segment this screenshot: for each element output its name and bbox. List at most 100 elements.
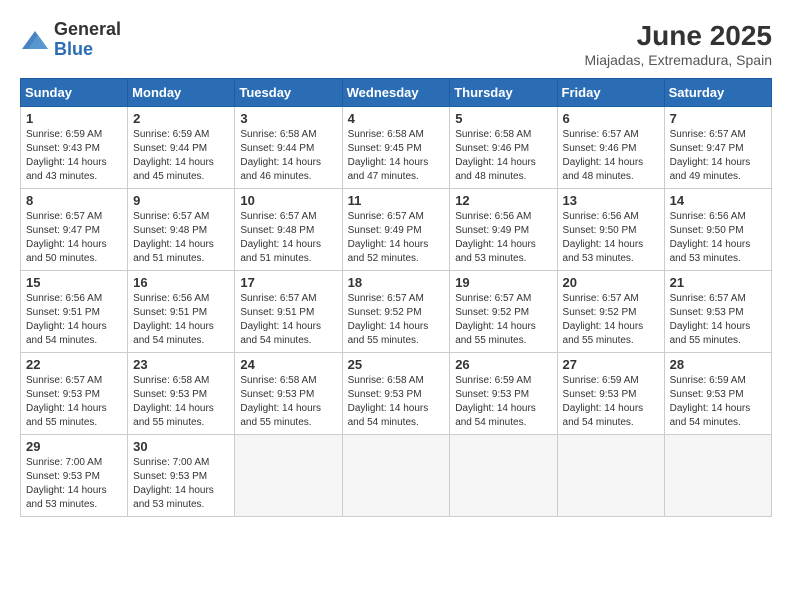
day-number: 3 [240,111,336,126]
day-info: Sunrise: 6:57 AMSunset: 9:51 PMDaylight:… [240,292,336,348]
day-info: Sunrise: 6:58 AMSunset: 9:53 PMDaylight:… [133,374,229,430]
day-info: Sunrise: 6:57 AMSunset: 9:52 PMDaylight:… [348,292,445,348]
day-info: Sunrise: 6:56 AMSunset: 9:50 PMDaylight:… [563,210,659,266]
calendar-day-cell: 21 Sunrise: 6:57 AMSunset: 9:53 PMDayligh… [664,271,771,353]
day-info: Sunrise: 6:57 AMSunset: 9:52 PMDaylight:… [455,292,551,348]
calendar-day-cell: 17 Sunrise: 6:57 AMSunset: 9:51 PMDayligh… [235,271,342,353]
day-number: 14 [670,193,766,208]
calendar-day-cell: 11 Sunrise: 6:57 AMSunset: 9:49 PMDayligh… [342,189,450,271]
day-info: Sunrise: 6:57 AMSunset: 9:52 PMDaylight:… [563,292,659,348]
calendar-day-cell: 27 Sunrise: 6:59 AMSunset: 9:53 PMDayligh… [557,353,664,435]
day-header-saturday: Saturday [664,79,771,107]
calendar-day-cell: 16Sunrise: 6:56 AMSunset: 9:51 PMDayligh… [128,271,235,353]
calendar-header-row: SundayMondayTuesdayWednesdayThursdayFrid… [21,79,772,107]
day-number: 29 [26,439,122,454]
day-number: 17 [240,275,336,290]
day-number: 13 [563,193,659,208]
day-header-monday: Monday [128,79,235,107]
day-info: Sunrise: 6:59 AMSunset: 9:53 PMDaylight:… [563,374,659,430]
day-header-wednesday: Wednesday [342,79,450,107]
day-header-sunday: Sunday [21,79,128,107]
day-header-friday: Friday [557,79,664,107]
day-info: Sunrise: 6:59 AMSunset: 9:44 PMDaylight:… [133,128,229,184]
day-info: Sunrise: 6:58 AMSunset: 9:46 PMDaylight:… [455,128,551,184]
calendar-day-cell: 26 Sunrise: 6:59 AMSunset: 9:53 PMDayligh… [450,353,557,435]
day-header-tuesday: Tuesday [235,79,342,107]
calendar-day-cell [450,435,557,517]
day-number: 19 [455,275,551,290]
day-number: 18 [348,275,445,290]
day-number: 2 [133,111,229,126]
calendar-day-cell [557,435,664,517]
calendar-day-cell [342,435,450,517]
day-info: Sunrise: 6:57 AMSunset: 9:49 PMDaylight:… [348,210,445,266]
calendar-day-cell: 12Sunrise: 6:56 AMSunset: 9:49 PMDayligh… [450,189,557,271]
calendar-week-row: 22 Sunrise: 6:57 AMSunset: 9:53 PMDayligh… [21,353,772,435]
calendar-day-cell: 4Sunrise: 6:58 AMSunset: 9:45 PMDaylight… [342,107,450,189]
day-info: Sunrise: 6:57 AMSunset: 9:46 PMDaylight:… [563,128,659,184]
calendar-day-cell: 29 Sunrise: 7:00 AMSunset: 9:53 PMDayligh… [21,435,128,517]
calendar-week-row: 15 Sunrise: 6:56 AMSunset: 9:51 PMDayligh… [21,271,772,353]
calendar-week-row: 8Sunrise: 6:57 AMSunset: 9:47 PMDaylight… [21,189,772,271]
day-number: 4 [348,111,445,126]
day-info: Sunrise: 6:59 AMSunset: 9:53 PMDaylight:… [455,374,551,430]
day-info: Sunrise: 6:57 AMSunset: 9:47 PMDaylight:… [26,210,122,266]
day-number: 1 [26,111,122,126]
day-number: 22 [26,357,122,372]
calendar-day-cell: 23 Sunrise: 6:58 AMSunset: 9:53 PMDayligh… [128,353,235,435]
day-info: Sunrise: 6:56 AMSunset: 9:51 PMDaylight:… [133,292,229,348]
calendar-day-cell: 30Sunrise: 7:00 AMSunset: 9:53 PMDayligh… [128,435,235,517]
calendar-week-row: 1Sunrise: 6:59 AMSunset: 9:43 PMDaylight… [21,107,772,189]
calendar-day-cell: 2 Sunrise: 6:59 AMSunset: 9:44 PMDaylight… [128,107,235,189]
day-info: Sunrise: 7:00 AMSunset: 9:53 PMDaylight:… [26,456,122,512]
day-info: Sunrise: 6:57 AMSunset: 9:53 PMDaylight:… [26,374,122,430]
day-info: Sunrise: 6:56 AMSunset: 9:50 PMDaylight:… [670,210,766,266]
calendar-day-cell: 9 Sunrise: 6:57 AMSunset: 9:48 PMDaylight… [128,189,235,271]
logo-blue-text: Blue [54,40,121,60]
day-number: 26 [455,357,551,372]
day-info: Sunrise: 6:57 AMSunset: 9:47 PMDaylight:… [670,128,766,184]
day-info: Sunrise: 6:57 AMSunset: 9:53 PMDaylight:… [670,292,766,348]
calendar-day-cell: 1Sunrise: 6:59 AMSunset: 9:43 PMDaylight… [21,107,128,189]
calendar-day-cell: 3Sunrise: 6:58 AMSunset: 9:44 PMDaylight… [235,107,342,189]
day-number: 23 [133,357,229,372]
day-number: 27 [563,357,659,372]
title-block: June 2025 Miajadas, Extremadura, Spain [584,20,772,68]
calendar-day-cell: 13 Sunrise: 6:56 AMSunset: 9:50 PMDayligh… [557,189,664,271]
calendar-day-cell: 10 Sunrise: 6:57 AMSunset: 9:48 PMDayligh… [235,189,342,271]
logo-text: General Blue [54,20,121,60]
calendar-day-cell: 25Sunrise: 6:58 AMSunset: 9:53 PMDayligh… [342,353,450,435]
day-number: 11 [348,193,445,208]
month-year-title: June 2025 [584,20,772,52]
logo-icon [20,25,50,55]
day-number: 5 [455,111,551,126]
day-number: 25 [348,357,445,372]
day-number: 6 [563,111,659,126]
page-header: General Blue June 2025 Miajadas, Extrema… [20,20,772,68]
location-subtitle: Miajadas, Extremadura, Spain [584,52,772,68]
day-number: 9 [133,193,229,208]
calendar-day-cell: 5 Sunrise: 6:58 AMSunset: 9:46 PMDaylight… [450,107,557,189]
calendar-day-cell: 18 Sunrise: 6:57 AMSunset: 9:52 PMDayligh… [342,271,450,353]
calendar-day-cell: 20 Sunrise: 6:57 AMSunset: 9:52 PMDayligh… [557,271,664,353]
day-info: Sunrise: 6:57 AMSunset: 9:48 PMDaylight:… [240,210,336,266]
calendar-day-cell: 24 Sunrise: 6:58 AMSunset: 9:53 PMDayligh… [235,353,342,435]
day-info: Sunrise: 6:59 AMSunset: 9:53 PMDaylight:… [670,374,766,430]
calendar-day-cell: 6 Sunrise: 6:57 AMSunset: 9:46 PMDaylight… [557,107,664,189]
day-info: Sunrise: 6:57 AMSunset: 9:48 PMDaylight:… [133,210,229,266]
day-info: Sunrise: 6:58 AMSunset: 9:53 PMDaylight:… [240,374,336,430]
day-number: 7 [670,111,766,126]
calendar-table: SundayMondayTuesdayWednesdayThursdayFrid… [20,78,772,517]
day-number: 24 [240,357,336,372]
calendar-day-cell: 7 Sunrise: 6:57 AMSunset: 9:47 PMDaylight… [664,107,771,189]
calendar-day-cell: 22 Sunrise: 6:57 AMSunset: 9:53 PMDayligh… [21,353,128,435]
day-info: Sunrise: 7:00 AMSunset: 9:53 PMDaylight:… [133,456,229,512]
day-number: 10 [240,193,336,208]
day-info: Sunrise: 6:56 AMSunset: 9:51 PMDaylight:… [26,292,122,348]
day-number: 15 [26,275,122,290]
day-number: 21 [670,275,766,290]
calendar-day-cell: 19 Sunrise: 6:57 AMSunset: 9:52 PMDayligh… [450,271,557,353]
day-number: 20 [563,275,659,290]
calendar-week-row: 29 Sunrise: 7:00 AMSunset: 9:53 PMDayligh… [21,435,772,517]
calendar-day-cell: 8Sunrise: 6:57 AMSunset: 9:47 PMDaylight… [21,189,128,271]
